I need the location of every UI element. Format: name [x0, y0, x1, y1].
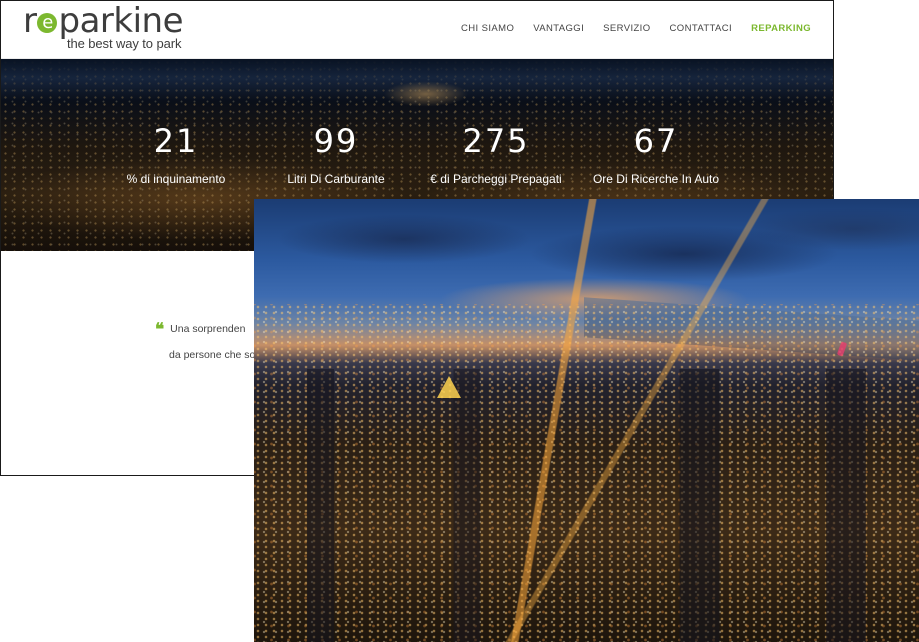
nav-reparking[interactable]: REPARKING: [751, 23, 811, 34]
navbar: r e parkine the best way to park CHI SIAMO…: [1, 1, 833, 59]
logo-tagline: the best way to park: [67, 36, 182, 51]
city-skyline-photo: [254, 199, 919, 642]
quote-icon: ❝: [155, 320, 165, 340]
stat-value: 99: [313, 122, 359, 160]
stat-label: % di inquinamento: [126, 172, 226, 186]
nav-chi-siamo[interactable]: CHI SIAMO: [461, 23, 514, 34]
stat-search-hours: 67 Ore Di Ricerche In Auto: [576, 122, 736, 192]
lit-tower-top: [437, 376, 461, 398]
stat-value: 275: [462, 122, 530, 160]
lit-avenues: [254, 199, 919, 642]
logo[interactable]: r e parkine the best way to park: [23, 3, 183, 53]
stat-value: 21: [153, 122, 199, 160]
stat-prepaid-parking: 275 € di Parcheggi Prepagati: [416, 122, 576, 192]
stat-fuel: 99 Litri Di Carburante: [256, 122, 416, 192]
logo-e-icon: e: [37, 13, 58, 33]
stat-label: Litri Di Carburante: [287, 172, 385, 186]
stat-value: 67: [633, 122, 679, 160]
stats-row: 21 % di inquinamento 99 Litri Di Carbura…: [96, 122, 736, 192]
stat-pollution: 21 % di inquinamento: [96, 122, 256, 192]
logo-wordmark: r e parkine: [23, 1, 183, 41]
stat-label: Ore Di Ricerche In Auto: [592, 172, 720, 186]
nav-contattaci[interactable]: CONTATTACI: [670, 23, 733, 34]
nav-servizio[interactable]: SERVIZIO: [603, 23, 650, 34]
nav-vantaggi[interactable]: VANTAGGI: [533, 23, 584, 34]
stat-label: € di Parcheggi Prepagati: [430, 172, 562, 186]
main-nav: CHI SIAMO VANTAGGI SERVIZIO CONTATTACI R…: [461, 23, 811, 34]
